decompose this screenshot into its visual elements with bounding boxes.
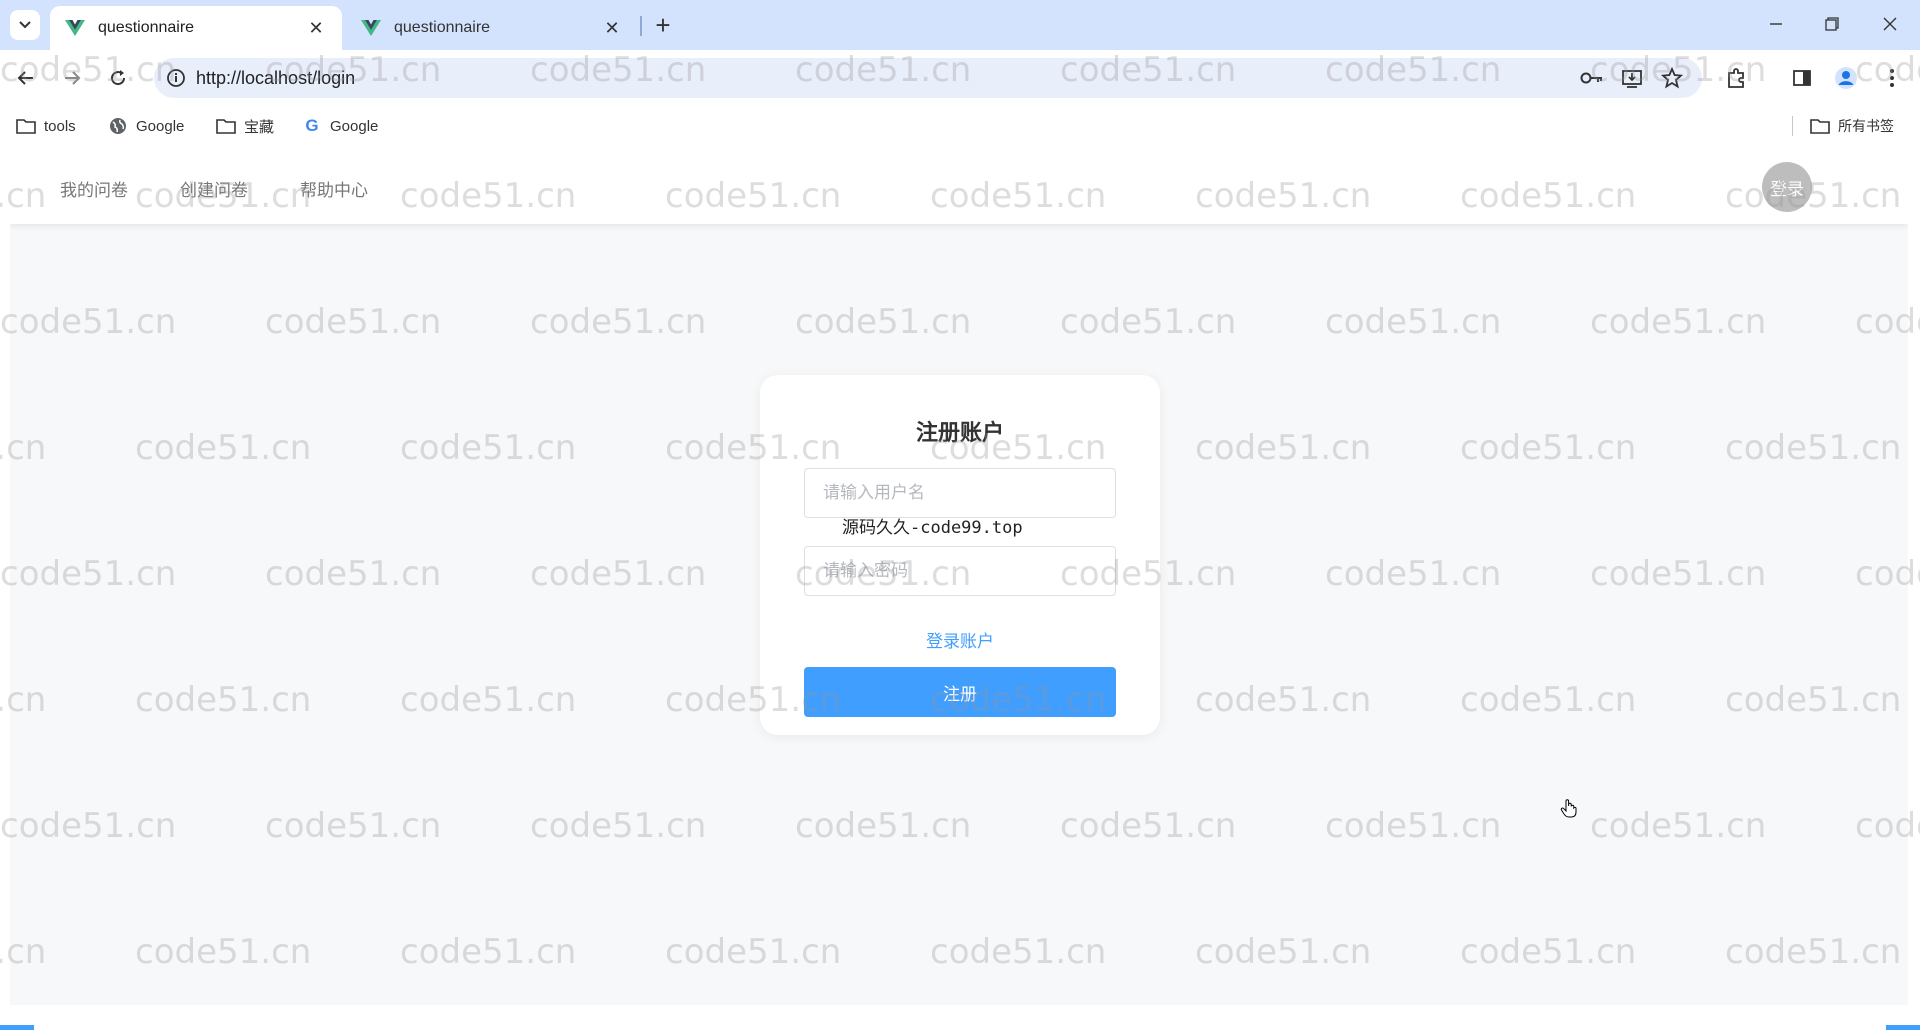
- more-menu-icon[interactable]: [1878, 64, 1906, 92]
- reload-icon[interactable]: [104, 64, 132, 92]
- register-button[interactable]: 注册: [804, 667, 1116, 717]
- tab-questionnaire[interactable]: questionnaire ✕: [346, 6, 638, 50]
- nav-help-center[interactable]: 帮助中心: [300, 176, 368, 201]
- bookmarks-bar: tools Google 宝藏 G Google 所有书签: [0, 106, 1920, 146]
- bookmark-label: Google: [330, 117, 379, 135]
- restore-icon[interactable]: [1812, 8, 1852, 40]
- bookmark-label: 宝藏: [244, 118, 275, 136]
- nav-create-questionnaire[interactable]: 创建问卷: [180, 176, 248, 201]
- site-info-icon[interactable]: [162, 64, 190, 92]
- close-icon[interactable]: ✕: [304, 16, 328, 40]
- login-account-link[interactable]: 登录账户: [760, 627, 1160, 652]
- bookmark-tools[interactable]: tools: [16, 114, 76, 138]
- bookmark-label: Google: [136, 117, 185, 135]
- url-text[interactable]: http://localhost/login: [196, 68, 355, 89]
- bookmark-star-icon[interactable]: [1658, 64, 1686, 92]
- install-app-icon[interactable]: [1618, 64, 1646, 92]
- bookmark-label: tools: [44, 117, 76, 135]
- bookmarks-divider: [1792, 116, 1793, 136]
- back-arrow-icon[interactable]: [12, 64, 40, 92]
- window-close-icon[interactable]: [1870, 8, 1910, 40]
- nav-my-questionnaires[interactable]: 我的问卷: [60, 176, 128, 201]
- bookmark-treasure[interactable]: 宝藏: [216, 114, 274, 138]
- bottom-edge: [0, 1025, 1920, 1030]
- profile-avatar-icon[interactable]: [1832, 64, 1860, 92]
- bottom-accent-left: [0, 1025, 34, 1030]
- address-bar[interactable]: http://localhost/login: [154, 58, 1702, 98]
- tab-title: questionnaire: [394, 19, 491, 36]
- overlay-watermark-text: 源码久久-code99.top: [842, 518, 1023, 538]
- chevron-down-icon: [19, 21, 31, 29]
- bookmark-google-2[interactable]: G Google: [302, 114, 378, 138]
- password-input[interactable]: [804, 546, 1116, 596]
- extensions-puzzle-icon[interactable]: [1722, 64, 1750, 92]
- tab-search-button[interactable]: [10, 10, 40, 40]
- google-g-icon: G: [305, 116, 319, 135]
- tab-title: questionnaire: [98, 19, 195, 36]
- browser-toolbar: http://localhost/login: [0, 50, 1920, 106]
- all-bookmarks-label: 所有书签: [1838, 118, 1894, 134]
- folder-icon: [1810, 116, 1830, 136]
- hand-cursor-icon: [1560, 799, 1577, 818]
- password-key-icon[interactable]: [1578, 64, 1606, 92]
- tab-strip: questionnaire ✕ questionnaire ✕ +: [0, 0, 1920, 50]
- folder-icon: [16, 116, 36, 136]
- close-icon[interactable]: ✕: [600, 16, 624, 40]
- all-bookmarks[interactable]: 所有书签: [1810, 114, 1894, 138]
- globe-icon: [108, 116, 128, 136]
- site-top-nav: 我的问卷 创建问卷 帮助中心 登录: [10, 150, 1908, 224]
- folder-icon: [216, 116, 236, 136]
- vue-logo-icon: [361, 20, 381, 36]
- bottom-accent-right: [1886, 1025, 1920, 1030]
- minimize-icon[interactable]: [1756, 8, 1796, 40]
- new-tab-plus-icon[interactable]: +: [650, 10, 676, 40]
- tab-questionnaire-active[interactable]: questionnaire ✕: [50, 6, 342, 50]
- forward-arrow-icon[interactable]: [58, 64, 86, 92]
- register-title: 注册账户: [915, 420, 1004, 445]
- login-avatar-button[interactable]: 登录: [1762, 162, 1812, 212]
- tab-separator: [640, 16, 642, 36]
- page-content: 我的问卷 创建问卷 帮助中心 登录 注册账户 源码久久-code99.top 登…: [10, 150, 1908, 1005]
- username-input[interactable]: [804, 468, 1116, 518]
- register-card: 注册账户 源码久久-code99.top 登录账户 注册: [760, 375, 1160, 735]
- vue-logo-icon: [65, 20, 85, 36]
- side-panel-icon[interactable]: [1788, 64, 1816, 92]
- bookmark-google[interactable]: Google: [108, 114, 184, 138]
